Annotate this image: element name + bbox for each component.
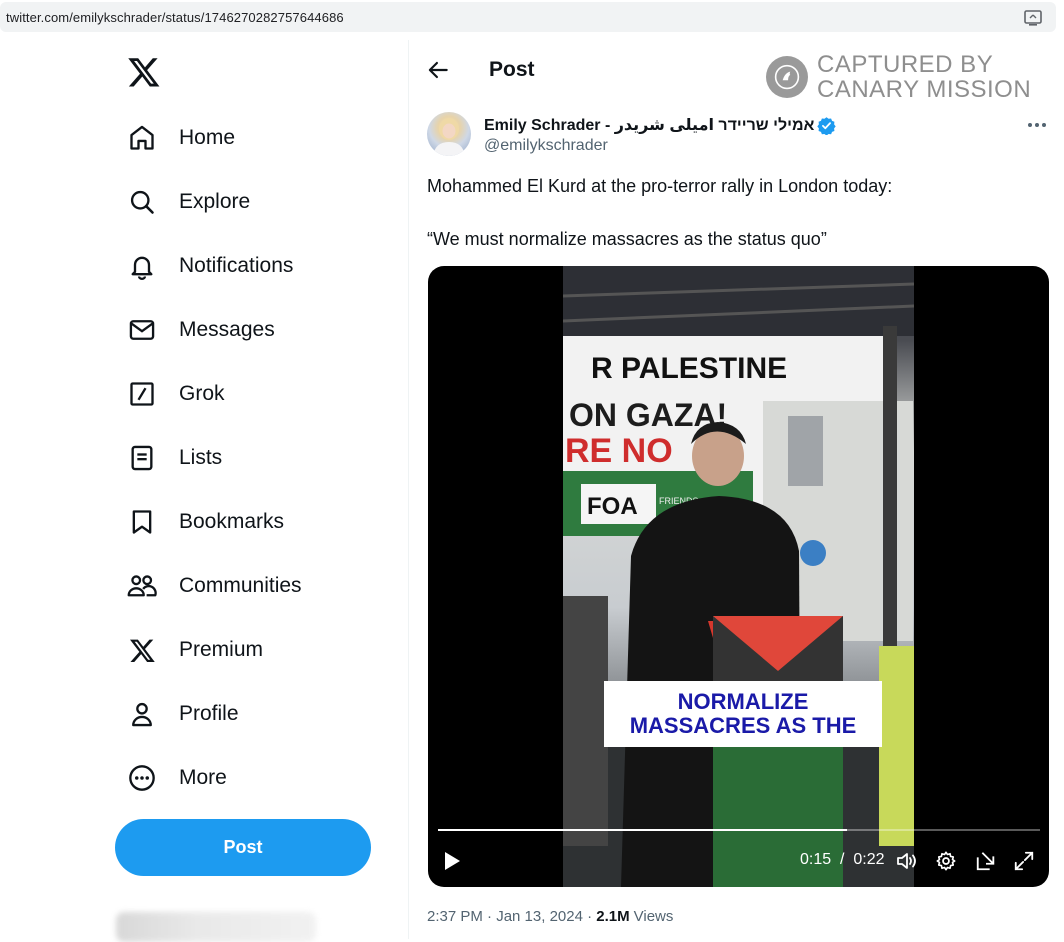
sidebar-item-notifications[interactable]: Notifications <box>127 246 293 286</box>
bookmark-icon <box>127 507 157 537</box>
person-icon <box>127 699 157 729</box>
cast-icon[interactable] <box>1024 10 1042 26</box>
sidebar-item-label: Home <box>179 126 236 149</box>
list-icon <box>127 443 157 473</box>
picture-in-picture-button[interactable] <box>974 848 998 874</box>
page-title: Post <box>489 58 535 81</box>
main-column: Post CAPTURED BY CANARY MISSION Emily Sc… <box>409 40 1064 939</box>
video-caption: NORMALIZE MASSACRES AS THE <box>604 681 882 747</box>
sidebar-item-communities[interactable]: Communities <box>127 566 302 606</box>
fullscreen-button[interactable] <box>1012 848 1036 874</box>
volume-button[interactable] <box>895 848 919 874</box>
sidebar-item-bookmarks[interactable]: Bookmarks <box>127 502 284 542</box>
more-options-icon[interactable] <box>1026 118 1048 132</box>
caption-line2: MASSACRES AS THE <box>629 713 857 738</box>
sidebar-item-messages[interactable]: Messages <box>127 310 275 350</box>
banner-line3: RE NO <box>565 432 673 470</box>
sidebar-item-label: Notifications <box>179 254 294 277</box>
verified-badge-icon <box>817 116 837 135</box>
meta-separator: · <box>582 908 597 925</box>
sidebar-item-label: Grok <box>179 382 225 405</box>
gear-icon <box>936 851 956 871</box>
sidebar-item-lists[interactable]: Lists <box>127 438 222 478</box>
tweet-quote: “We must normalize massacres as the stat… <box>427 229 827 249</box>
pip-icon <box>976 852 995 871</box>
post-button[interactable]: Post <box>115 819 371 876</box>
sidebar-item-more[interactable]: More <box>127 758 227 798</box>
author-name-row[interactable]: Emily Schrader - אמילי שריידר امیلی شرید… <box>484 115 837 135</box>
author-handle[interactable]: @emilykschrader <box>484 137 608 155</box>
sign-text: FOA <box>587 493 638 520</box>
sidebar-item-label: Explore <box>179 190 251 213</box>
watermark-line1: CAPTURED BY <box>817 51 994 78</box>
tweet-text: Mohammed El Kurd at the pro-terror rally… <box>427 176 893 196</box>
sidebar-item-label: Lists <box>179 446 223 469</box>
sidebar-item-label: Communities <box>179 574 302 597</box>
volume-icon <box>897 853 916 869</box>
caption-line1: NORMALIZE <box>677 689 809 714</box>
x-logo-icon <box>127 635 157 665</box>
bell-icon <box>127 251 157 281</box>
envelope-icon <box>127 315 157 345</box>
watermark-line2: CANARY MISSION <box>817 76 1032 103</box>
url-text[interactable]: twitter.com/emilykschrader/status/174627… <box>6 10 344 25</box>
watermark: CAPTURED BY CANARY MISSION <box>766 52 1031 102</box>
fullscreen-icon <box>1014 851 1034 871</box>
time-total: 0:22 <box>853 851 885 868</box>
views-label: Views <box>633 908 674 925</box>
timestamp[interactable]: 2:37 PM · Jan 13, 2024 <box>427 908 583 925</box>
video-frame: R PALESTINE ON GAZA! RE NO FOA FRIENDS <box>563 266 914 887</box>
back-arrow-icon[interactable] <box>425 57 451 83</box>
canary-logo-icon <box>766 56 808 98</box>
play-icon <box>445 852 460 870</box>
sidebar-nav: Home Explore Notifications Messages Grok… <box>0 40 408 942</box>
sidebar-item-explore[interactable]: Explore <box>127 182 250 222</box>
settings-button[interactable] <box>934 848 958 874</box>
time-separator: / <box>835 851 849 868</box>
sidebar-item-grok[interactable]: Grok <box>127 374 225 414</box>
tweet-meta: 2:37 PM · Jan 13, 2024 · 2.1M Views <box>427 908 673 925</box>
avatar[interactable] <box>427 112 471 156</box>
play-button[interactable] <box>440 848 464 874</box>
url-field[interactable]: twitter.com/emilykschrader/status/174627… <box>0 2 1056 32</box>
account-switcher[interactable] <box>116 912 316 942</box>
sidebar-item-label: Premium <box>179 638 264 661</box>
sidebar-item-profile[interactable]: Profile <box>127 694 239 734</box>
search-icon <box>127 187 157 217</box>
sidebar-item-label: Bookmarks <box>179 510 285 533</box>
sidebar-item-home[interactable]: Home <box>127 118 235 158</box>
x-logo-icon[interactable] <box>127 55 161 89</box>
views-count: 2.1M <box>596 908 630 925</box>
grok-icon <box>127 379 157 409</box>
banner-text: R PALESTINE <box>591 352 787 385</box>
sidebar-item-label: More <box>179 766 227 789</box>
sidebar-item-label: Messages <box>179 318 275 341</box>
people-icon <box>127 571 157 601</box>
home-icon <box>127 123 157 153</box>
author-name[interactable]: Emily Schrader - אמילי שריידר امیلی شرید… <box>484 115 814 135</box>
browser-address-bar: twitter.com/emilykschrader/status/174627… <box>0 0 1064 36</box>
video-player[interactable]: R PALESTINE ON GAZA! RE NO FOA FRIENDS N… <box>428 266 1049 887</box>
video-time: 0:15 / 0:22 <box>800 851 885 869</box>
time-current: 0:15 <box>800 851 832 868</box>
more-circle-icon <box>127 763 157 793</box>
progress-fill[interactable] <box>438 829 848 831</box>
sidebar-item-premium[interactable]: Premium <box>127 630 263 670</box>
sidebar-item-label: Profile <box>179 702 239 725</box>
